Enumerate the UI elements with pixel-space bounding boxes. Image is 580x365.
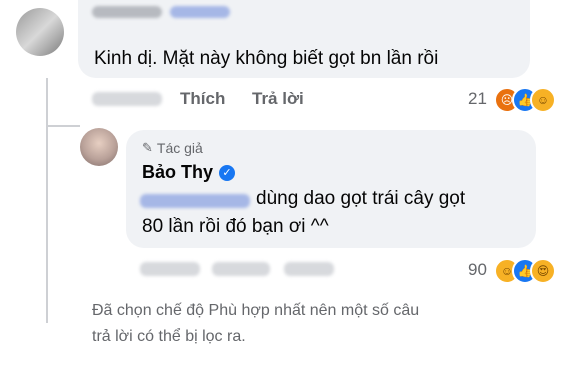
pen-icon: ✎ — [142, 140, 153, 155]
reply-text-line1: dùng dao gọt trái cây gọt — [256, 188, 466, 209]
love-reaction-icon[interactable]: 😍 — [530, 258, 556, 284]
commenter-avatar[interactable] — [16, 8, 64, 56]
reply-reaction-count[interactable]: 90 — [468, 260, 487, 280]
like-link[interactable]: Thích — [180, 89, 225, 109]
thread-connector — [46, 125, 80, 127]
reaction-count[interactable]: 21 — [468, 89, 487, 109]
reply-text-line2: 80 lần rồi đó bạn ơi ^^ — [142, 216, 329, 237]
thread-line — [46, 78, 48, 323]
author-name[interactable]: Bảo Thy — [142, 162, 213, 183]
filter-note-line2: trả lời có thể bị lọc ra. — [92, 328, 246, 345]
reply-actions-blurred-2[interactable] — [212, 262, 270, 276]
author-badge: ✎ Tác giả — [142, 140, 203, 156]
reply-link[interactable]: Trả lời — [252, 89, 304, 109]
comment-text: Kinh dị. Mặt này không biết gọt bn lần r… — [94, 48, 439, 69]
comment-time-blurred[interactable] — [92, 92, 162, 106]
commenter-name-blurred[interactable] — [92, 6, 162, 18]
comment-bubble: Kinh dị. Mặt này không biết gọt bn lần r… — [78, 0, 530, 78]
verified-icon: ✓ — [219, 164, 236, 181]
reply-bubble: ✎ Tác giả Bảo Thy ✓ dùng dao gọt trái câ… — [126, 130, 536, 248]
reply-actions-blurred-3[interactable] — [284, 262, 334, 276]
author-avatar[interactable] — [80, 128, 118, 166]
commenter-name-blurred-2[interactable] — [170, 6, 230, 18]
filter-note-line1: Đã chọn chế độ Phù hợp nhất nên một số c… — [92, 302, 420, 319]
haha-reaction-icon[interactable]: ☺ — [530, 87, 556, 113]
author-badge-label: Tác giả — [156, 140, 203, 156]
tagged-user-blurred[interactable] — [140, 194, 250, 208]
author-name-row: Bảo Thy ✓ — [142, 162, 236, 183]
reply-actions-blurred[interactable] — [140, 262, 200, 276]
